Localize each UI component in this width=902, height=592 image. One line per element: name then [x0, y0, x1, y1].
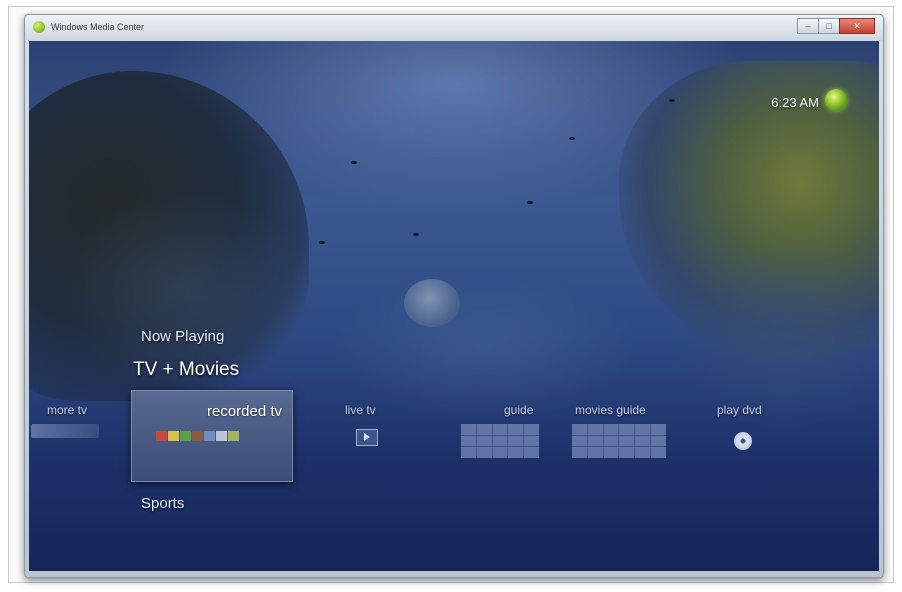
- menu-now-playing[interactable]: Now Playing: [141, 328, 224, 345]
- thumbnail: [156, 431, 167, 441]
- window-title: Windows Media Center: [51, 22, 145, 32]
- media-center-window: Windows Media Center – □ ✕ 6:23 AM Now P…: [24, 14, 884, 578]
- maximize-button[interactable]: □: [818, 18, 840, 34]
- close-button[interactable]: ✕: [839, 18, 875, 34]
- thumbnail: [228, 431, 239, 441]
- window-controls: – □ ✕: [797, 18, 875, 34]
- movies-guide-grid-icon[interactable]: [572, 424, 666, 458]
- strip-guide[interactable]: guide: [504, 403, 533, 417]
- media-center-logo-icon: [33, 21, 45, 33]
- coral-background: [404, 279, 460, 327]
- fish-decoration: [527, 201, 533, 204]
- strip-play-dvd[interactable]: play dvd: [717, 403, 762, 417]
- recorded-tv-tile[interactable]: recorded tv: [131, 390, 293, 482]
- fish-decoration: [569, 137, 575, 140]
- strip-more-tv[interactable]: more tv: [47, 403, 87, 417]
- thumbnail: [204, 431, 215, 441]
- minimize-button[interactable]: –: [797, 18, 819, 34]
- windows-orb-icon[interactable]: [825, 89, 847, 111]
- menu-sports[interactable]: Sports: [141, 495, 184, 512]
- play-icon[interactable]: [356, 429, 378, 446]
- thumbnail: [216, 431, 227, 441]
- media-center-canvas: 6:23 AM Now Playing TV + Movies Sports m…: [29, 41, 879, 571]
- strip-live-tv[interactable]: live tv: [345, 403, 376, 417]
- strip-movies-guide[interactable]: movies guide: [575, 403, 646, 417]
- more-tv-preview[interactable]: [31, 424, 99, 438]
- thumbnail: [180, 431, 191, 441]
- reef-background-middle: [329, 271, 639, 421]
- fish-decoration: [669, 99, 675, 102]
- recorded-tv-label: recorded tv: [206, 403, 282, 420]
- thumbnail: [168, 431, 179, 441]
- reef-background-right-lower: [669, 241, 879, 431]
- thumbnail: [192, 431, 203, 441]
- menu-tv-movies[interactable]: TV + Movies: [133, 359, 239, 381]
- fish-decoration: [351, 161, 357, 164]
- fish-decoration: [319, 241, 325, 244]
- clock-time: 6:23 AM: [771, 95, 819, 110]
- recorded-thumbnails: [156, 431, 240, 441]
- guide-grid-icon[interactable]: [461, 424, 539, 458]
- fish-decoration: [413, 233, 419, 236]
- disc-icon[interactable]: [734, 432, 752, 450]
- title-bar[interactable]: Windows Media Center – □ ✕: [25, 15, 883, 41]
